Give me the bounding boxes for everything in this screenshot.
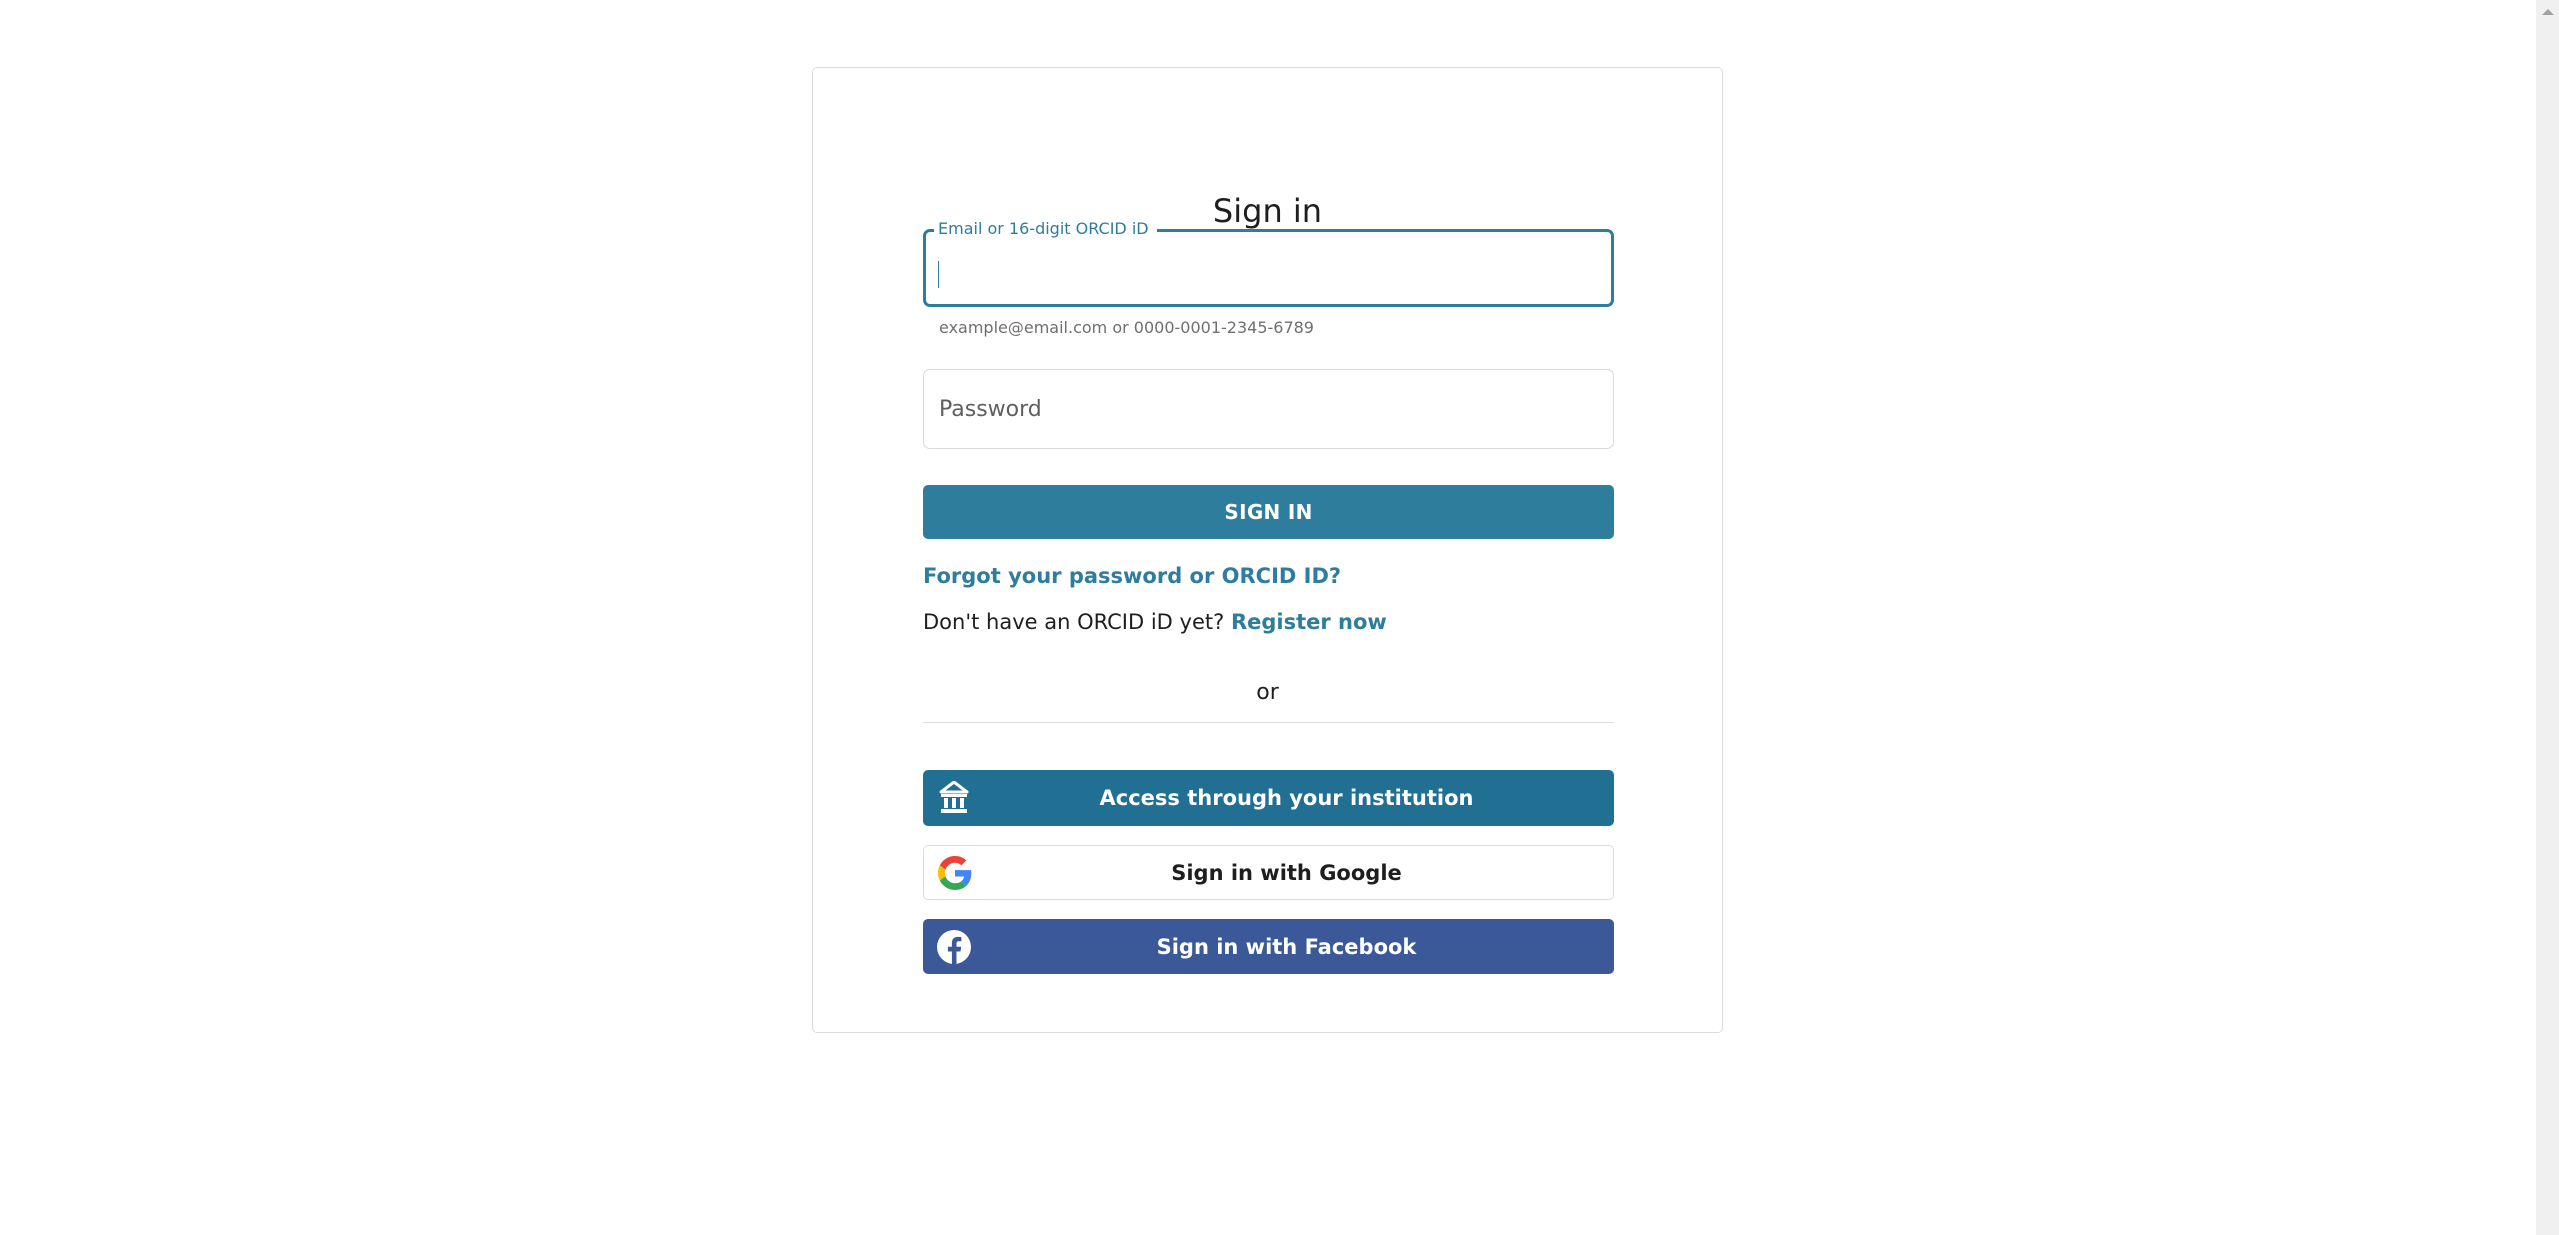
- institution-button-label: Access through your institution: [1099, 786, 1474, 810]
- institution-icon: [935, 779, 973, 817]
- google-button-label: Sign in with Google: [1171, 860, 1402, 885]
- text-caret: [938, 261, 939, 288]
- facebook-signin-button[interactable]: Sign in with Facebook: [923, 919, 1614, 974]
- forgot-password-link[interactable]: Forgot your password or ORCID ID?: [923, 564, 1341, 588]
- or-separator-text: or: [1256, 680, 1279, 705]
- password-input[interactable]: [924, 370, 1613, 448]
- email-input[interactable]: [926, 232, 1611, 304]
- google-icon: [936, 854, 974, 892]
- email-field[interactable]: Email or 16-digit ORCID iD: [923, 218, 1614, 307]
- facebook-icon: [935, 928, 973, 966]
- page: Sign in Email or 16-digit ORCID iD examp…: [0, 0, 2559, 1235]
- password-field[interactable]: [923, 369, 1614, 449]
- email-helper-text: example@email.com or 0000-0001-2345-6789: [939, 318, 1314, 337]
- institution-signin-button[interactable]: Access through your institution: [923, 770, 1614, 826]
- vertical-scrollbar[interactable]: [2536, 0, 2559, 1235]
- sign-in-button[interactable]: SIGN IN: [923, 485, 1614, 539]
- google-signin-button[interactable]: Sign in with Google: [923, 845, 1614, 900]
- scroll-up-arrow-icon[interactable]: [2542, 9, 2554, 15]
- facebook-button-label: Sign in with Facebook: [1156, 934, 1417, 959]
- register-prompt: Don't have an ORCID iD yet? Register now: [923, 610, 1387, 634]
- divider: [923, 722, 1614, 723]
- register-prompt-text: Don't have an ORCID iD yet?: [923, 610, 1225, 634]
- signin-card: Sign in Email or 16-digit ORCID iD examp…: [812, 67, 1723, 1033]
- register-now-link[interactable]: Register now: [1231, 610, 1387, 634]
